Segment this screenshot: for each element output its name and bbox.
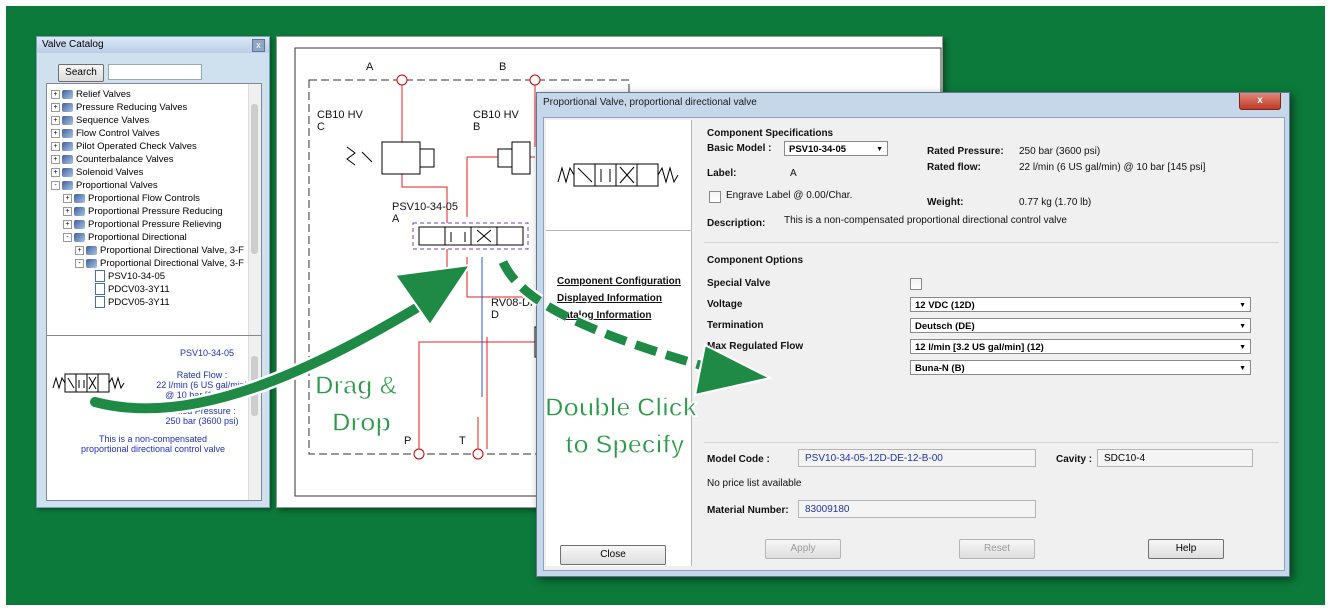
double-click-text-2: to Specify [564, 428, 685, 460]
double-click-text-1: Double Click [544, 391, 697, 423]
double-click-arrow-head [693, 343, 773, 397]
drag-text-1: Drag & [314, 369, 398, 401]
drag-text-2: Drop [331, 406, 392, 438]
annotation-arrows [87, 258, 773, 416]
double-click-arrow-outline [496, 258, 702, 372]
